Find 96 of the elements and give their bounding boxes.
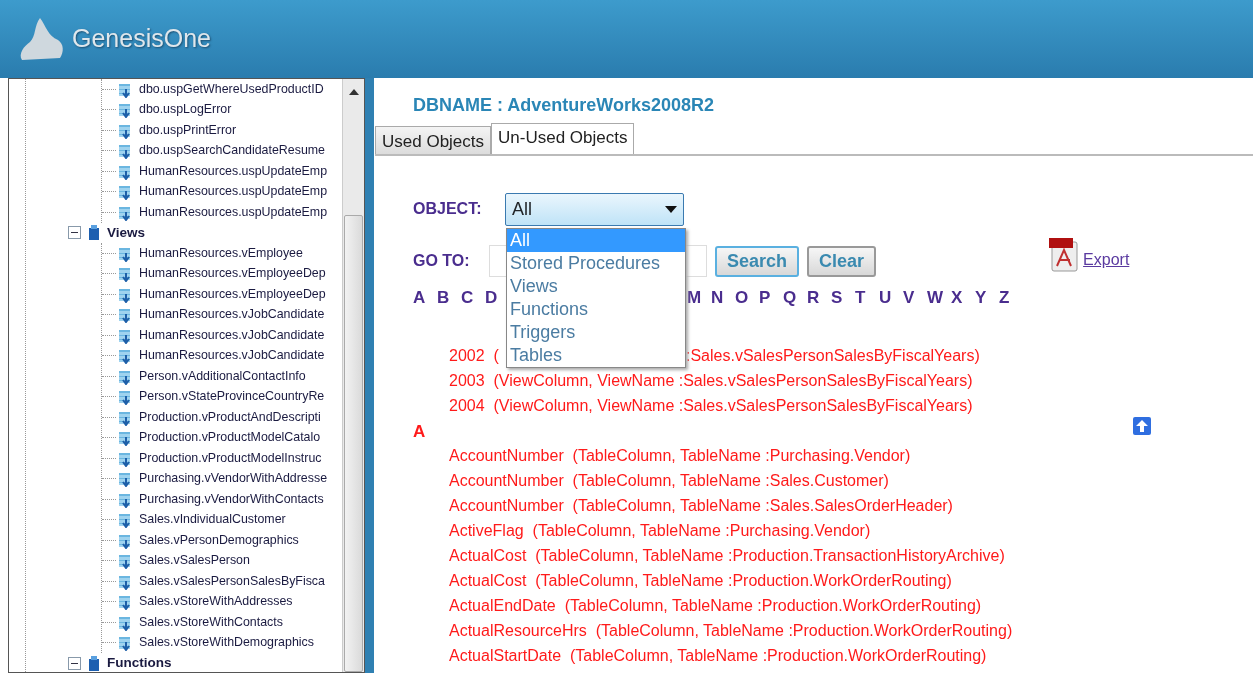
letter-link[interactable]: A — [413, 285, 437, 311]
letter-link[interactable]: T — [855, 285, 879, 311]
back-to-top-icon[interactable] — [1133, 417, 1151, 435]
collapse-icon[interactable] — [68, 226, 81, 240]
tree-item[interactable]: HumanResources.uspUpdateEmp — [139, 182, 328, 202]
export-link[interactable]: Export — [1083, 248, 1130, 272]
tree-item[interactable]: HumanResources.vEmployeeDep — [139, 264, 326, 284]
letter-link[interactable]: C — [461, 285, 485, 311]
tree-item[interactable]: Sales.vIndividualCustomer — [139, 510, 286, 530]
letter-link[interactable]: X — [951, 285, 975, 311]
section-letter: A — [413, 421, 426, 443]
letter-link[interactable]: Z — [999, 285, 1023, 311]
view-icon — [117, 511, 133, 529]
tree-item[interactable]: dbo.uspPrintError — [139, 120, 237, 140]
result-item: ActualEndDate (TableColumn, TableName :Production.WorkOrderRouting) — [449, 597, 982, 614]
tree-item[interactable]: HumanResources.uspUpdateEmp — [139, 161, 328, 181]
result-item: AccountNumber (TableColumn, TableName :Sales.SalesOrderHeader) — [449, 497, 953, 514]
dropdown-option[interactable]: Views — [507, 274, 685, 298]
tree-item[interactable]: Sales.vPersonDemographics — [139, 530, 299, 550]
dropdown-caret-icon[interactable] — [665, 205, 677, 213]
tree-item[interactable]: Production.vProductModelCatalo — [139, 428, 321, 448]
logo-icon — [18, 16, 66, 62]
view-icon — [117, 142, 133, 160]
scrollbar[interactable] — [342, 79, 364, 672]
view-icon — [117, 470, 133, 488]
tree-item[interactable]: dbo.uspSearchCandidateResume — [139, 141, 325, 161]
view-icon — [117, 265, 133, 283]
result-item: ActualCost (TableColumn, TableName :Production.TransactionHistoryArchive) — [449, 547, 1005, 564]
tree-item[interactable]: Production.vProductModelInstruc — [139, 448, 322, 468]
view-icon — [117, 183, 133, 201]
tree-item[interactable]: Production.vProductAndDescripti — [139, 407, 321, 427]
view-icon — [117, 634, 133, 652]
tree-item[interactable]: Person.vAdditionalContactInfo — [139, 366, 306, 386]
letter-link[interactable]: O — [735, 285, 759, 311]
view-icon — [117, 388, 133, 406]
tab[interactable]: Un-Used Objects — [491, 123, 635, 154]
folder-icon — [86, 654, 102, 672]
tree-item[interactable]: Sales.vStoreWithContacts — [139, 612, 283, 632]
dropdown-option[interactable]: Functions — [507, 297, 685, 321]
letter-link[interactable]: R — [807, 285, 831, 311]
dropdown-option[interactable]: Tables — [507, 343, 685, 367]
view-icon — [117, 429, 133, 447]
tree-item[interactable]: Sales.vSalesPersonSalesByFisca — [139, 571, 325, 591]
tree-item[interactable]: HumanResources.vJobCandidate — [139, 346, 325, 366]
tree-item[interactable]: Sales.vStoreWithDemographics — [139, 633, 314, 653]
dropdown-option[interactable]: Stored Procedures — [507, 251, 685, 275]
database-title: DBNAME : AdventureWorks2008R2 — [413, 94, 716, 117]
tree-item[interactable]: HumanResources.uspUpdateEmp — [139, 202, 328, 222]
result-item: ActualResourceHrs (TableColumn, TableName :Production.WorkOrderRouting) — [449, 622, 1013, 639]
scroll-thumb[interactable] — [344, 215, 363, 672]
pdf-icon[interactable] — [1049, 238, 1080, 272]
letter-link[interactable]: V — [903, 285, 927, 311]
collapse-icon[interactable] — [68, 656, 81, 670]
object-label: OBJECT: — [413, 199, 483, 219]
scroll-up-icon[interactable] — [347, 87, 360, 97]
tree-item[interactable]: dbo.uspGetWhereUsedProductID — [139, 79, 324, 99]
result-item: 2002 ( — [449, 347, 499, 364]
tree-item[interactable]: dbo.uspLogError — [139, 100, 232, 120]
tree-item[interactable]: Sales.vStoreWithAddresses — [139, 592, 293, 612]
result-item: 2003 (ViewColumn, ViewName :Sales.vSalesPersonSalesByFiscalYears) — [449, 372, 973, 389]
letter-link[interactable]: N — [711, 285, 735, 311]
dropdown-option[interactable]: Triggers — [507, 320, 685, 344]
letter-link[interactable]: W — [927, 285, 951, 311]
tree-item[interactable]: HumanResources.vJobCandidate — [139, 325, 325, 345]
view-icon — [117, 593, 133, 611]
letter-link[interactable]: P — [759, 285, 783, 311]
letter-link[interactable]: B — [437, 285, 461, 311]
letter-link[interactable]: M — [687, 285, 711, 311]
letter-link[interactable]: S — [831, 285, 855, 311]
letter-link[interactable]: Q — [783, 285, 807, 311]
view-icon — [117, 347, 133, 365]
result-item: AccountNumber (TableColumn, TableName :Purchasing.Vendor) — [449, 447, 911, 464]
tree-item[interactable]: HumanResources.vJobCandidate — [139, 305, 325, 325]
result-item: 2004 (ViewColumn, ViewName :Sales.vSalesPersonSalesByFiscalYears) — [449, 397, 973, 414]
folder-icon — [86, 224, 102, 242]
tree-folder[interactable]: Functions — [107, 653, 172, 672]
result-item: AccountNumber (TableColumn, TableName :Sales.Customer) — [449, 472, 889, 489]
result-item: ActualCost (TableColumn, TableName :Production.WorkOrderRouting) — [449, 572, 952, 589]
tree-item[interactable]: Purchasing.vVendorWithContacts — [139, 489, 324, 509]
view-icon — [117, 306, 133, 324]
goto-label: GO TO: — [413, 251, 471, 271]
tree-item[interactable]: HumanResources.vEmployeeDep — [139, 284, 326, 304]
tree-folder[interactable]: Views — [107, 222, 146, 243]
tree-item[interactable]: Sales.vSalesPerson — [139, 551, 250, 571]
letter-link[interactable]: Y — [975, 285, 999, 311]
tree-item[interactable]: HumanResources.vEmployee — [139, 243, 303, 263]
tree-item[interactable]: Purchasing.vVendorWithAddresse — [139, 469, 328, 489]
result-item: ActiveFlag (TableColumn, TableName :Purchasing.Vendor) — [449, 522, 871, 539]
letter-link[interactable]: U — [879, 285, 903, 311]
view-icon — [117, 552, 133, 570]
result-item: ActualStartDate (TableColumn, TableName :Production.WorkOrderRouting) — [449, 647, 987, 664]
result-item: :Sales.vSalesPersonSalesByFiscalYears) — [686, 346, 980, 366]
tab[interactable]: Used Objects — [375, 126, 492, 154]
view-icon — [117, 101, 133, 119]
app-title: GenesisOne — [72, 23, 211, 55]
tree-item[interactable]: Person.vStateProvinceCountryRe — [139, 387, 325, 407]
